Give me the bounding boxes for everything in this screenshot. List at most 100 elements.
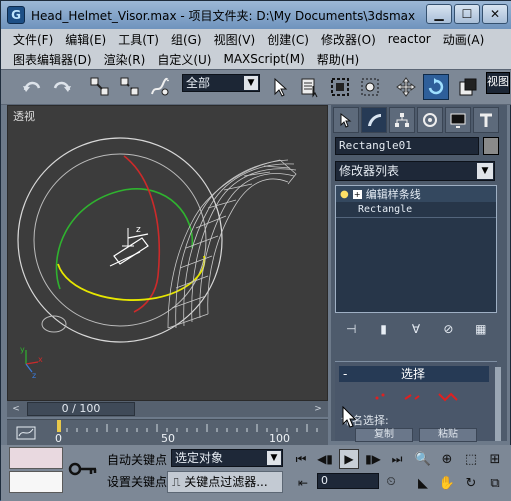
undo-icon[interactable] xyxy=(19,74,45,100)
world-axis-y-label: y xyxy=(20,345,25,354)
modifier-list-dropdown[interactable]: 修改器列表 ▼ xyxy=(335,161,495,181)
zoom-extents-all-icon[interactable]: ⊞ xyxy=(485,449,505,469)
menu-file[interactable]: 文件(F) xyxy=(13,31,53,48)
stack-toolbar: ⊣ ▮ ∀ ⊘ ▦ xyxy=(335,319,497,339)
show-end-result-icon[interactable]: ▮ xyxy=(375,320,393,338)
copy-button[interactable]: 复制 xyxy=(355,428,413,442)
tick-label-100: 100 xyxy=(269,432,290,445)
unlink-selection-icon[interactable] xyxy=(117,74,143,100)
configure-modifier-sets-icon[interactable]: ▦ xyxy=(472,320,490,338)
window-crossing-icon[interactable] xyxy=(357,74,383,100)
pin-stack-icon[interactable]: ⊣ xyxy=(342,320,360,338)
curve-editor-icon[interactable] xyxy=(15,424,37,442)
set-key-button[interactable]: 设置关键点 xyxy=(107,473,167,490)
select-object-icon[interactable] xyxy=(267,74,293,100)
go-to-start-icon[interactable]: ⏮ xyxy=(291,449,311,469)
expand-icon[interactable]: + xyxy=(352,189,362,199)
key-mode-toggle-icon[interactable]: ⇤ xyxy=(293,473,313,493)
stack-item-edit-spline[interactable]: ● + 编辑样条线 xyxy=(336,186,496,202)
field-of-view-icon[interactable]: ◣ xyxy=(413,473,433,493)
paste-button[interactable]: 粘贴 xyxy=(419,428,477,442)
rotate-gizmo-y-axis[interactable] xyxy=(55,188,194,290)
previous-frame-icon[interactable]: ◀▮ xyxy=(315,449,335,469)
menu-customize[interactable]: 自定义(U) xyxy=(157,51,211,68)
zoom-extents-icon[interactable]: ⬚ xyxy=(461,449,481,469)
key-icon[interactable] xyxy=(67,455,99,483)
object-color-swatch[interactable] xyxy=(483,137,499,155)
key-mode-value: 选定对象 xyxy=(175,451,224,465)
close-button[interactable]: ✕ xyxy=(482,4,508,24)
tab-create[interactable] xyxy=(333,107,359,133)
window-title: Head_Helmet_Visor.max - 项目文件夹: D:\My Doc… xyxy=(31,8,416,23)
arc-rotate-icon[interactable]: ↻ xyxy=(461,473,481,493)
key-filters-button[interactable]: ⎍ 关键点过滤器... xyxy=(167,471,283,493)
stack-item-rectangle[interactable]: Rectangle xyxy=(336,202,496,218)
menu-maxscript[interactable]: MAXScript(M) xyxy=(223,52,304,66)
select-and-link-icon[interactable] xyxy=(87,74,113,100)
remove-modifier-icon[interactable]: ⊘ xyxy=(439,320,457,338)
tab-utilities[interactable] xyxy=(473,107,499,133)
current-frame-field[interactable]: 0 xyxy=(317,473,379,489)
selection-filter-dropdown[interactable]: 全部 ▼ xyxy=(182,74,260,92)
time-slider-prev-button[interactable]: < xyxy=(9,403,23,415)
time-slider[interactable]: < 0 / 100 > xyxy=(7,401,328,417)
go-to-end-icon[interactable]: ⏭ xyxy=(387,449,407,469)
menu-graph-editors[interactable]: 图表编辑器(D) xyxy=(13,51,92,68)
time-slider-next-button[interactable]: > xyxy=(311,403,325,415)
make-unique-icon[interactable]: ∀ xyxy=(407,320,425,338)
select-by-name-icon[interactable] xyxy=(297,74,323,100)
select-and-move-icon[interactable] xyxy=(393,74,419,100)
app-icon[interactable]: G xyxy=(7,6,25,24)
play-icon[interactable]: ▶ xyxy=(339,449,359,469)
menu-reactor[interactable]: reactor xyxy=(388,32,431,46)
maximize-button[interactable]: ☐ xyxy=(454,4,480,24)
prompt-line-area xyxy=(9,447,63,469)
rotate-gizmo-x-axis[interactable] xyxy=(123,155,161,313)
maximize-viewport-icon[interactable]: ⧉ xyxy=(485,473,505,493)
gizmo-axis-label-z: z xyxy=(136,225,141,235)
menu-animation[interactable]: 动画(A) xyxy=(443,31,485,48)
menu-help[interactable]: 帮助(H) xyxy=(317,51,359,68)
pan-view-icon[interactable]: ✋ xyxy=(437,473,457,493)
rectangular-selection-icon[interactable] xyxy=(327,74,353,100)
mouse-cursor-icon xyxy=(342,406,357,428)
title-bar[interactable]: G Head_Helmet_Visor.max - 项目文件夹: D:\My D… xyxy=(1,1,511,29)
spline-icon[interactable] xyxy=(438,392,458,402)
zoom-icon[interactable]: 🔍 xyxy=(413,449,433,469)
rectangle-spline-object[interactable] xyxy=(109,228,149,267)
tab-display[interactable] xyxy=(445,107,471,133)
time-configuration-icon[interactable]: ⏲ xyxy=(381,471,401,491)
rotate-gizmo-z-axis[interactable] xyxy=(57,255,206,301)
tab-motion[interactable] xyxy=(417,107,443,133)
bind-to-space-warp-icon[interactable] xyxy=(147,74,173,100)
select-and-rotate-icon[interactable] xyxy=(423,74,449,100)
menu-create[interactable]: 创建(C) xyxy=(267,31,309,48)
lightbulb-icon[interactable]: ● xyxy=(340,189,349,200)
object-name-field[interactable]: Rectangle01 xyxy=(335,137,479,155)
tab-modify[interactable] xyxy=(361,107,387,133)
vertex-icon[interactable] xyxy=(375,393,385,400)
view-reference-dropdown[interactable]: 视图 xyxy=(486,72,510,94)
segment-icon[interactable] xyxy=(404,394,420,400)
tab-hierarchy[interactable] xyxy=(389,107,415,133)
key-mode-dropdown[interactable]: 选定对象 ▼ xyxy=(171,449,283,467)
track-ticks xyxy=(57,420,318,432)
perspective-viewport[interactable]: 透视 z y x z xyxy=(7,105,328,401)
minimize-button[interactable]: ▁ xyxy=(426,4,452,24)
auto-key-button[interactable]: 自动关键点 xyxy=(107,451,167,468)
menu-rendering[interactable]: 渲染(R) xyxy=(104,51,146,68)
menu-modifiers[interactable]: 修改器(O) xyxy=(321,31,376,48)
redo-icon[interactable] xyxy=(49,74,75,100)
command-panel-scrollbar[interactable] xyxy=(495,367,501,441)
time-slider-thumb[interactable]: 0 / 100 xyxy=(27,402,135,416)
track-bar[interactable]: 0 50 100 xyxy=(7,419,328,445)
select-and-scale-icon[interactable] xyxy=(455,74,481,100)
menu-views[interactable]: 视图(V) xyxy=(214,31,256,48)
menu-edit[interactable]: 编辑(E) xyxy=(65,31,106,48)
menu-group[interactable]: 组(G) xyxy=(171,31,202,48)
helmet-visor-mesh[interactable] xyxy=(167,159,297,329)
zoom-all-icon[interactable]: ⊕ xyxy=(437,449,457,469)
menu-tools[interactable]: 工具(T) xyxy=(118,31,159,48)
next-frame-icon[interactable]: ▮▶ xyxy=(363,449,383,469)
selection-rollout-header[interactable]: - 选择 xyxy=(339,366,489,382)
